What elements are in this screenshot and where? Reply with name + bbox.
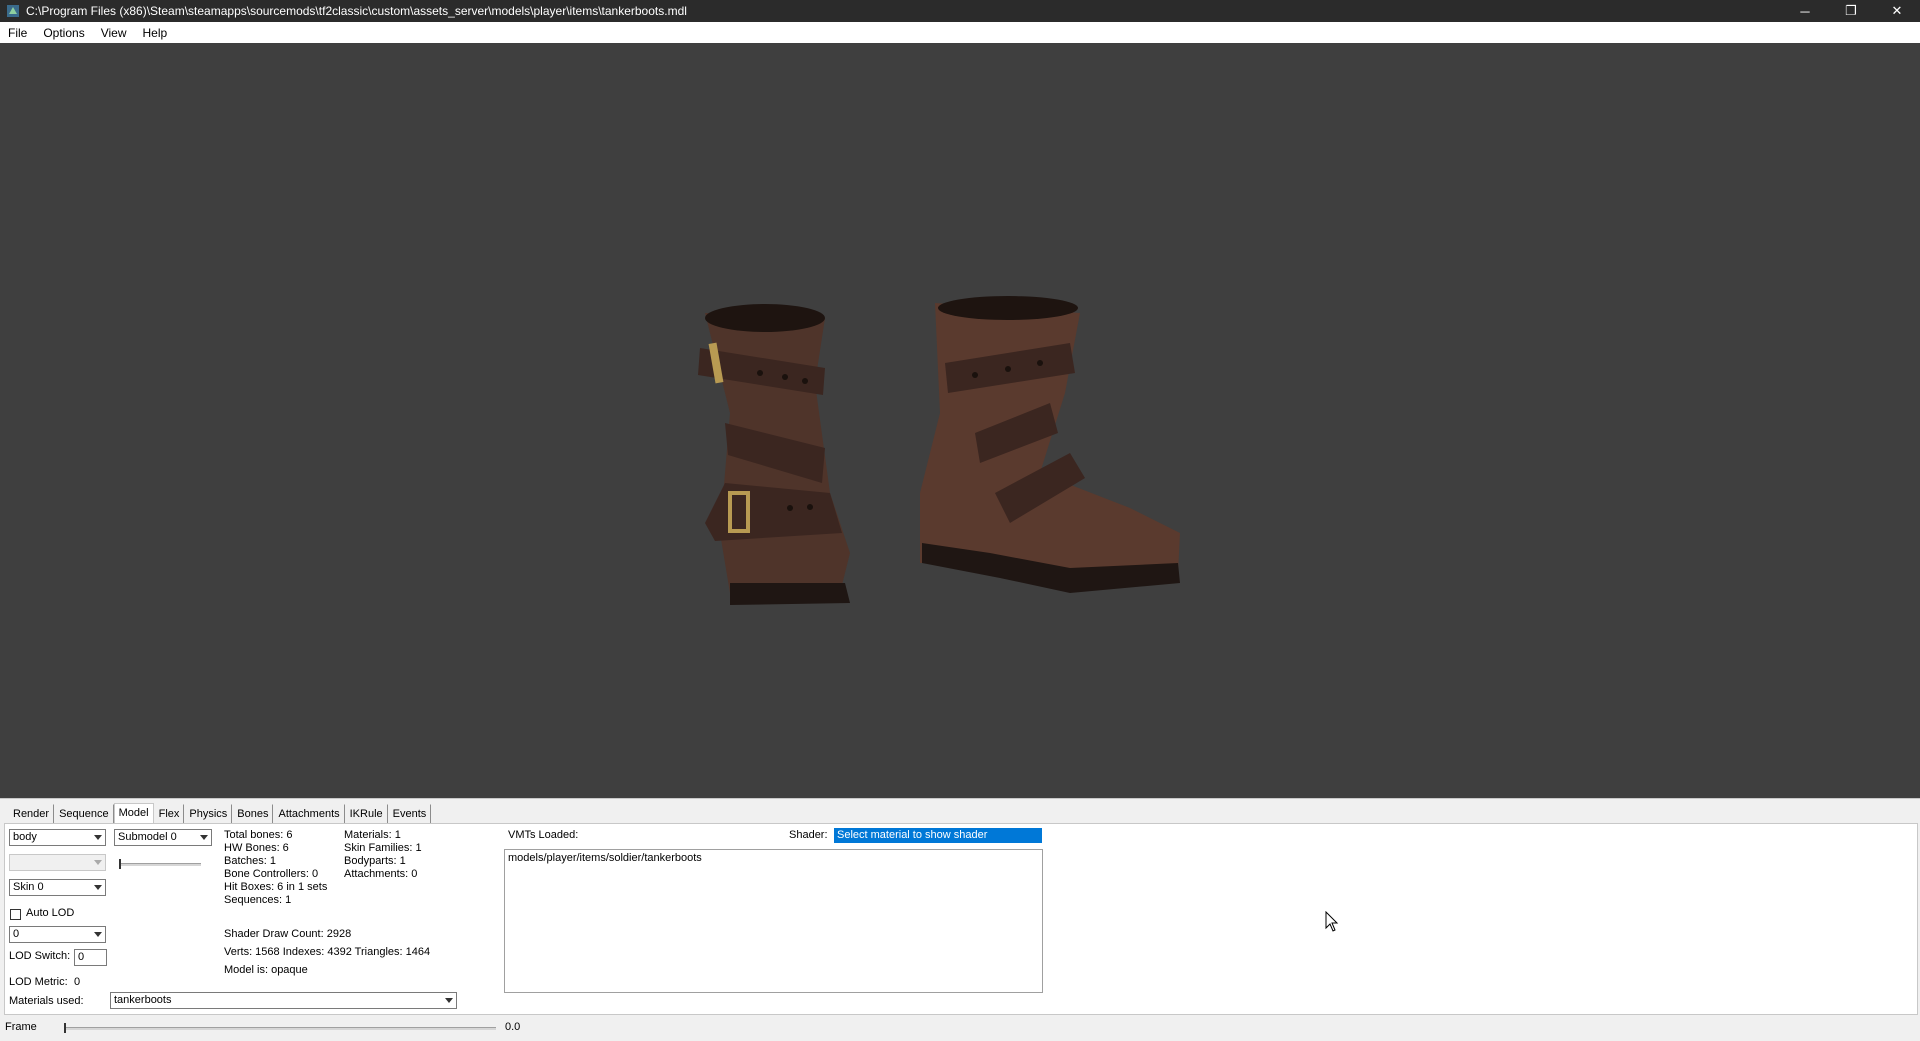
right-boot — [920, 296, 1180, 593]
boots-model-render — [698, 296, 1180, 605]
tab-flex[interactable]: Flex — [153, 804, 185, 824]
stat-geometry: Verts: 1568 Indexes: 4392 Triangles: 146… — [224, 946, 431, 958]
materials-used-select[interactable]: tankerboots — [110, 992, 457, 1009]
control-panel: Render Sequence Model Flex Physics Bones… — [0, 798, 1920, 1041]
shader-label: Shader: — [789, 829, 828, 841]
lod-select[interactable]: 0 — [9, 926, 106, 943]
disabled-select — [9, 854, 106, 871]
chevron-down-icon — [91, 831, 104, 844]
submodel-slider[interactable] — [119, 863, 201, 866]
stat-model-opacity: Model is: opaque — [224, 964, 308, 976]
stat-attachments: Attachments: 0 — [344, 868, 418, 880]
lod-metric-label: LOD Metric: — [9, 976, 68, 988]
app-icon — [7, 5, 19, 17]
menu-help[interactable]: Help — [135, 26, 176, 40]
shader-value[interactable]: Select material to show shader — [834, 828, 1042, 843]
lod-metric-value: 0 — [74, 976, 81, 988]
menu-file[interactable]: File — [0, 26, 35, 40]
lod-switch-input[interactable]: 0 — [74, 949, 107, 966]
tab-events[interactable]: Events — [387, 804, 432, 824]
close-button[interactable]: ✕ — [1874, 0, 1920, 22]
stat-total-bones: Total bones: 6 — [224, 829, 293, 841]
stat-hw-bones: HW Bones: 6 — [224, 842, 289, 854]
lod-value: 0 — [13, 928, 20, 940]
lod-switch-label: LOD Switch: — [9, 950, 71, 962]
auto-lod-checkbox[interactable] — [10, 909, 21, 920]
stats-left: Total bones: 6 HW Bones: 6 Batches: 1 Bo… — [224, 829, 327, 907]
chevron-down-icon — [442, 994, 455, 1007]
tab-attachments[interactable]: Attachments — [273, 804, 345, 824]
tab-physics[interactable]: Physics — [184, 804, 233, 824]
tab-strip: Render Sequence Model Flex Physics Bones… — [8, 803, 432, 825]
stat-sequences: Sequences: 1 — [224, 894, 292, 906]
tab-render[interactable]: Render — [8, 804, 55, 824]
frame-value: 0.0 — [505, 1021, 521, 1033]
stat-batches: Batches: 1 — [224, 855, 276, 867]
stat-shader-draw-count: Shader Draw Count: 2928 — [224, 928, 352, 940]
menu-view[interactable]: View — [93, 26, 135, 40]
submodel-select[interactable]: Submodel 0 — [114, 829, 212, 846]
frame-bar: Frame 0.0 — [0, 1016, 1920, 1040]
tab-bones[interactable]: Bones — [232, 804, 274, 824]
chevron-down-icon — [91, 881, 104, 894]
frame-label: Frame — [5, 1021, 37, 1033]
submodel-slider-thumb[interactable] — [119, 859, 121, 869]
frame-slider-thumb[interactable] — [64, 1023, 66, 1033]
window-title: C:\Program Files (x86)\Steam\steamapps\s… — [26, 4, 687, 18]
stat-bodyparts: Bodyparts: 1 — [344, 855, 406, 867]
left-boot — [698, 304, 850, 605]
stat-hit-boxes: Hit Boxes: 6 in 1 sets — [224, 881, 328, 893]
materials-used-value: tankerboots — [114, 994, 172, 1006]
tab-model[interactable]: Model — [113, 803, 154, 824]
mouse-cursor-icon — [1325, 911, 1339, 932]
stat-materials: Materials: 1 — [344, 829, 401, 841]
restore-button[interactable]: ❐ — [1828, 0, 1874, 22]
minimize-button[interactable]: ─ — [1782, 0, 1828, 22]
tab-ikrule[interactable]: IKRule — [344, 804, 388, 824]
vmts-list[interactable]: models/player/items/soldier/tankerboots — [504, 849, 1043, 993]
stats-bottom: Shader Draw Count: 2928 Verts: 1568 Inde… — [224, 925, 430, 979]
chevron-down-icon — [91, 928, 104, 941]
chevron-down-icon — [197, 831, 210, 844]
skin-value: Skin 0 — [13, 881, 44, 893]
model-viewport[interactable] — [0, 43, 1920, 798]
title-bar: C:\Program Files (x86)\Steam\steamapps\s… — [0, 0, 1920, 22]
menu-options[interactable]: Options — [35, 26, 92, 40]
auto-lod-label: Auto LOD — [26, 907, 75, 919]
stat-skin-families: Skin Families: 1 — [344, 842, 422, 854]
stat-bone-controllers: Bone Controllers: 0 — [224, 868, 319, 880]
vmt-item[interactable]: models/player/items/soldier/tankerboots — [508, 852, 1039, 864]
submodel-value: Submodel 0 — [118, 831, 177, 843]
materials-used-label: Materials used: — [9, 995, 84, 1007]
bodypart-value: body — [13, 831, 37, 843]
menu-bar: File Options View Help — [0, 22, 1920, 44]
frame-slider[interactable] — [64, 1027, 496, 1030]
chevron-down-icon — [91, 856, 104, 869]
stats-right: Materials: 1 Skin Families: 1 Bodyparts:… — [344, 829, 422, 881]
skin-select[interactable]: Skin 0 — [9, 879, 106, 896]
vmts-loaded-label: VMTs Loaded: — [508, 829, 579, 841]
bodypart-select[interactable]: body — [9, 829, 106, 846]
tab-sequence[interactable]: Sequence — [54, 804, 114, 824]
